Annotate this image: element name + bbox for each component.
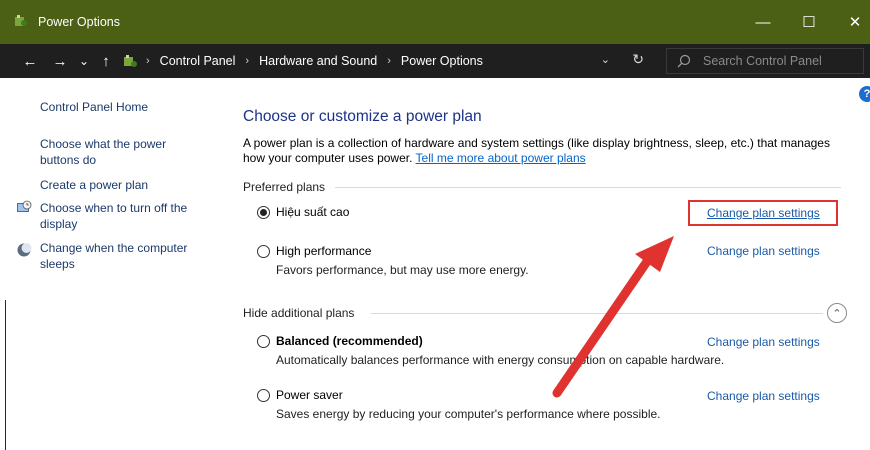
preferred-plans-label: Preferred plans <box>243 180 326 194</box>
maximize-button[interactable]: ☐ <box>786 0 832 44</box>
breadcrumb-control-panel[interactable]: Control Panel <box>160 54 236 68</box>
address-bar[interactable]: › Control Panel › Hardware and Sound › P… <box>118 48 658 74</box>
divider <box>5 300 6 450</box>
plan-radio[interactable] <box>257 245 270 258</box>
sidebar-item-computer-sleeps[interactable]: Change when the computer sleeps <box>40 240 200 272</box>
sidebar-item-turn-off-display[interactable]: Choose when to turn off the display <box>40 200 200 232</box>
help-icon[interactable]: ? <box>859 86 870 102</box>
collapse-chevron-icon[interactable]: ⌃ <box>827 303 847 323</box>
forward-button[interactable]: → <box>50 50 70 72</box>
breadcrumb-separator: › <box>245 55 250 67</box>
sidebar-item-power-buttons[interactable]: Choose what the power buttons do <box>40 136 180 168</box>
plan-name: Balanced (recommended) <box>276 334 423 348</box>
title-bar: Power Options — ☐ ✕ <box>0 0 870 44</box>
left-pane: Control Panel Home Choose what the power… <box>0 78 210 450</box>
sidebar-item-create-power-plan[interactable]: Create a power plan <box>40 177 148 193</box>
change-plan-settings-link[interactable]: Change plan settings <box>707 244 820 258</box>
sidebar-item-control-panel-home[interactable]: Control Panel Home <box>40 99 148 115</box>
moon-icon <box>17 243 32 257</box>
search-icon <box>677 54 691 68</box>
search-input[interactable]: Search Control Panel <box>703 54 822 68</box>
highlight-box <box>688 200 838 226</box>
section-divider <box>335 187 841 188</box>
plan-description: Favors performance, but may use more ene… <box>276 263 529 277</box>
navigation-bar: ← → ⌄ ↑ › Control Panel › Hardware and S… <box>0 44 870 78</box>
plan-description: Saves energy by reducing your computer's… <box>276 407 661 421</box>
plan-radio[interactable] <box>257 335 270 348</box>
plan-radio-selected[interactable] <box>257 206 270 219</box>
change-plan-settings-link[interactable]: Change plan settings <box>707 335 820 349</box>
page-title: Choose or customize a power plan <box>243 108 482 125</box>
page-description: A power plan is a collection of hardware… <box>243 136 848 166</box>
plan-radio[interactable] <box>257 389 270 402</box>
breadcrumb-hardware-and-sound[interactable]: Hardware and Sound <box>259 54 377 68</box>
back-button[interactable]: ← <box>20 50 40 72</box>
minimize-button[interactable]: — <box>740 0 786 44</box>
control-panel-icon <box>124 55 137 67</box>
learn-more-link[interactable]: Tell me more about power plans <box>416 151 586 165</box>
search-box[interactable]: Search Control Panel <box>666 48 864 74</box>
address-dropdown-button[interactable]: ⌄ <box>601 53 610 66</box>
recent-locations-button[interactable]: ⌄ <box>74 50 94 72</box>
display-clock-icon <box>17 200 32 212</box>
refresh-button[interactable]: ↻ <box>632 51 644 68</box>
plan-name: Hiệu suất cao <box>276 205 350 219</box>
up-button[interactable]: ↑ <box>96 50 116 72</box>
breadcrumb-separator: › <box>146 55 150 67</box>
power-options-icon <box>15 15 27 26</box>
plan-name: Power saver <box>276 388 343 402</box>
breadcrumb-power-options[interactable]: Power Options <box>401 54 483 68</box>
change-plan-settings-link[interactable]: Change plan settings <box>707 389 820 403</box>
plan-description: Automatically balances performance with … <box>276 353 725 367</box>
breadcrumb-separator: › <box>387 55 391 67</box>
hide-additional-plans-label[interactable]: Hide additional plans <box>243 306 354 320</box>
plan-name: High performance <box>276 244 372 258</box>
window-title: Power Options <box>38 15 120 29</box>
close-button[interactable]: ✕ <box>832 0 870 44</box>
section-divider <box>371 313 823 314</box>
